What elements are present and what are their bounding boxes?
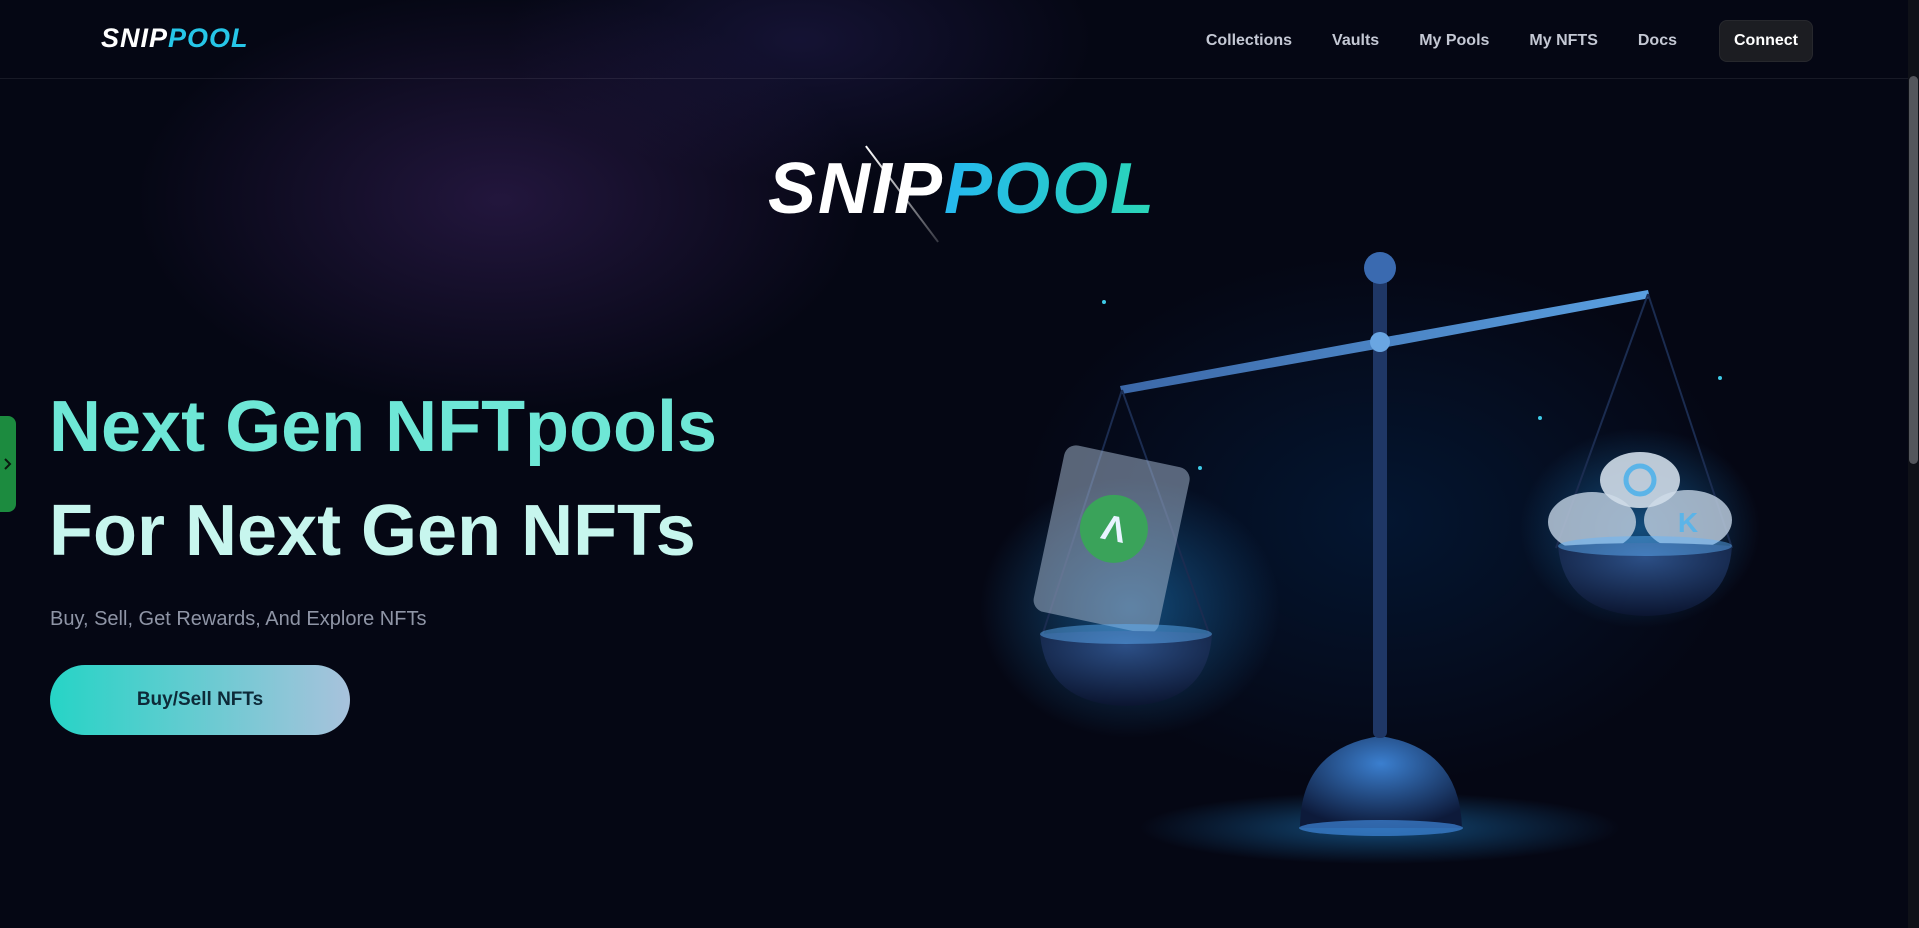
sparkle: [1198, 466, 1202, 470]
headline-line-2: For Next Gen NFTs: [49, 491, 696, 571]
nav-my-pools[interactable]: My Pools: [1419, 32, 1489, 50]
scale-top-knob: [1364, 252, 1396, 284]
coin-letter: K: [1678, 507, 1698, 538]
left-pan-rim: [1040, 624, 1212, 644]
hero-logo-part2: POOL: [944, 149, 1157, 229]
side-drawer-tab[interactable]: [0, 416, 16, 512]
scale-pivot: [1370, 332, 1390, 352]
sparkle: [1718, 376, 1722, 380]
brand-logo-part1: SNIP: [101, 22, 169, 53]
coin: [1600, 452, 1680, 508]
nav-vaults[interactable]: Vaults: [1332, 32, 1379, 50]
page-scrollbar[interactable]: [1908, 0, 1919, 928]
balance-scale-illustration: Λ K: [980, 252, 1760, 864]
sparkle: [1538, 416, 1542, 420]
main-nav: Collections Vaults My Pools My NFTS Docs…: [1206, 20, 1813, 62]
nav-collections[interactable]: Collections: [1206, 32, 1292, 50]
chevron-right-icon: [4, 458, 12, 470]
brand-logo[interactable]: SNIP POOL: [101, 22, 249, 53]
nav-my-nfts[interactable]: My NFTS: [1529, 32, 1597, 50]
buy-sell-nfts-button[interactable]: Buy/Sell NFTs: [50, 665, 350, 735]
headline-line-1: Next Gen NFTpools: [49, 387, 718, 467]
sparkle: [1102, 300, 1106, 304]
connect-button[interactable]: Connect: [1719, 20, 1813, 62]
scale-base: [1300, 736, 1462, 828]
hero-logo: SNIPPOOL: [768, 145, 1154, 243]
top-navbar: SNIP POOL Collections Vaults My Pools My …: [0, 0, 1908, 79]
nav-docs[interactable]: Docs: [1638, 32, 1677, 50]
hero-subtitle: Buy, Sell, Get Rewards, And Explore NFTs: [50, 608, 427, 630]
brand-logo-part2: POOL: [168, 22, 249, 53]
scale-base-rim: [1299, 820, 1463, 836]
scrollbar-thumb[interactable]: [1909, 76, 1918, 464]
hero-headline: Next Gen NFTpools For Next Gen NFTs: [49, 375, 717, 583]
right-pan-rim: [1558, 536, 1732, 556]
